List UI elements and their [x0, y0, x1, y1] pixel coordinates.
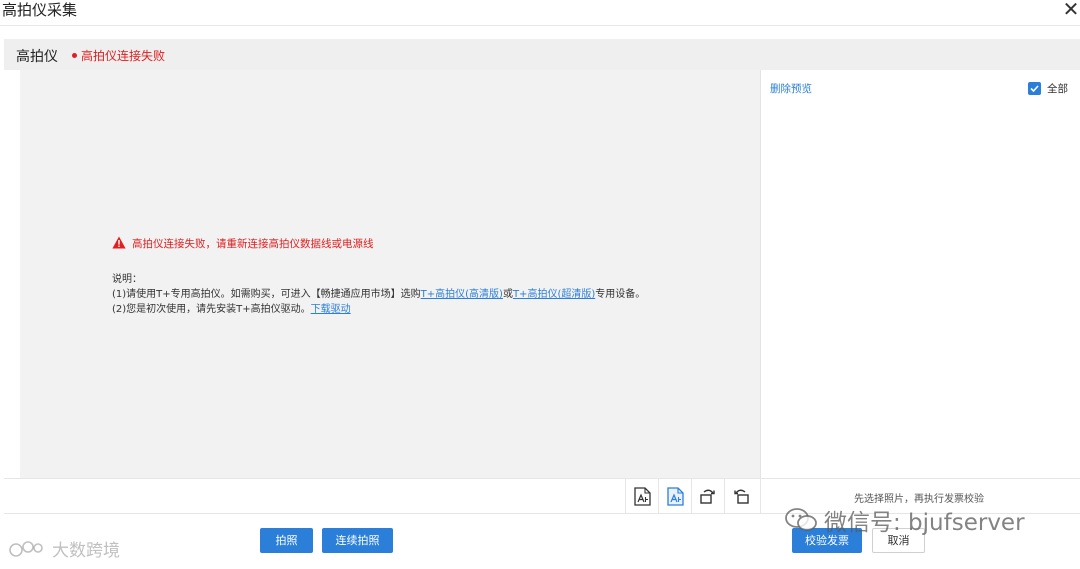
- dialog-title: 高拍仪采集: [2, 1, 78, 19]
- device-status: 高拍仪连接失败: [72, 47, 165, 64]
- camera-preview: 高拍仪连接失败，请重新连接高拍仪数据线或电源线 说明： (1)请使用T+专用高拍…: [20, 70, 760, 478]
- error-message-block: 高拍仪连接失败，请重新连接高拍仪数据线或电源线 说明： (1)请使用T+专用高拍…: [112, 236, 712, 317]
- instruction-line-2: (2)您是初次使用，请先安装T+高拍仪驱动。下载驱动: [112, 302, 712, 317]
- thumbnail-panel: 删除预览 全部: [760, 70, 1080, 478]
- select-all-checkbox[interactable]: [1028, 82, 1041, 95]
- rotate-right-button[interactable]: [691, 479, 724, 514]
- instruction-2-text: (2)您是初次使用，请先安装T+高拍仪驱动。: [112, 304, 311, 315]
- watermark-left: 大数跨境: [8, 536, 120, 561]
- rotate-right-icon: [700, 489, 715, 504]
- instruction-1-text: (1)请使用T+专用高拍仪。如需购买，可进入【畅捷通应用市场】选购: [112, 289, 421, 300]
- watermark-right: 微信号: bjufserver: [784, 503, 1025, 537]
- continuous-capture-button[interactable]: 连续拍照: [322, 528, 393, 553]
- delete-preview-link[interactable]: 删除预览: [770, 81, 812, 96]
- close-icon[interactable]: ✕: [1062, 0, 1080, 20]
- rotate-left-button[interactable]: [724, 479, 757, 514]
- instruction-line-1: (1)请使用T+专用高拍仪。如需购买，可进入【畅捷通应用市场】选购T+高拍仪(高…: [112, 287, 712, 302]
- instruction-1-suffix: 专用设备。: [595, 289, 646, 300]
- link-hd-version[interactable]: T+高拍仪(高清版): [421, 289, 503, 300]
- connection-error-text: 高拍仪连接失败，请重新连接高拍仪数据线或电源线: [132, 238, 374, 250]
- toolbar-divider: [760, 479, 761, 514]
- auto-crop-button[interactable]: [658, 479, 691, 514]
- watermark-right-text: 微信号: bjufserver: [824, 510, 1025, 536]
- dialog-titlebar: 高拍仪采集 ✕: [0, 0, 1080, 26]
- wechat-icon: [785, 508, 817, 531]
- link-uhd-version[interactable]: T+高拍仪(超清版): [513, 289, 595, 300]
- device-header: 高拍仪 高拍仪连接失败: [4, 39, 1080, 70]
- instructions: 说明： (1)请使用T+专用高拍仪。如需购买，可进入【畅捷通应用市场】选购T+高…: [112, 272, 712, 317]
- check-icon: [1030, 85, 1039, 93]
- preview-left-gutter: [4, 70, 20, 478]
- device-status-text: 高拍仪连接失败: [81, 49, 166, 63]
- warning-icon: [112, 236, 126, 249]
- document-auto-icon: [666, 487, 684, 506]
- watermark-logo-icon: [9, 540, 43, 557]
- watermark-left-text: 大数跨境: [52, 541, 120, 561]
- status-dot-icon: [72, 53, 77, 58]
- instruction-1-mid: 或: [502, 289, 513, 300]
- download-driver-link[interactable]: 下载驱动: [311, 304, 351, 315]
- device-name: 高拍仪: [16, 49, 58, 65]
- select-all-label: 全部: [1047, 83, 1068, 95]
- instructions-title: 说明：: [112, 274, 142, 285]
- document-text-icon: [633, 487, 651, 506]
- text-recognize-button[interactable]: [625, 479, 658, 514]
- select-all[interactable]: 全部: [1028, 81, 1068, 96]
- rotate-left-icon: [734, 489, 749, 504]
- connection-error: 高拍仪连接失败，请重新连接高拍仪数据线或电源线: [112, 236, 712, 251]
- capture-button[interactable]: 拍照: [260, 528, 313, 553]
